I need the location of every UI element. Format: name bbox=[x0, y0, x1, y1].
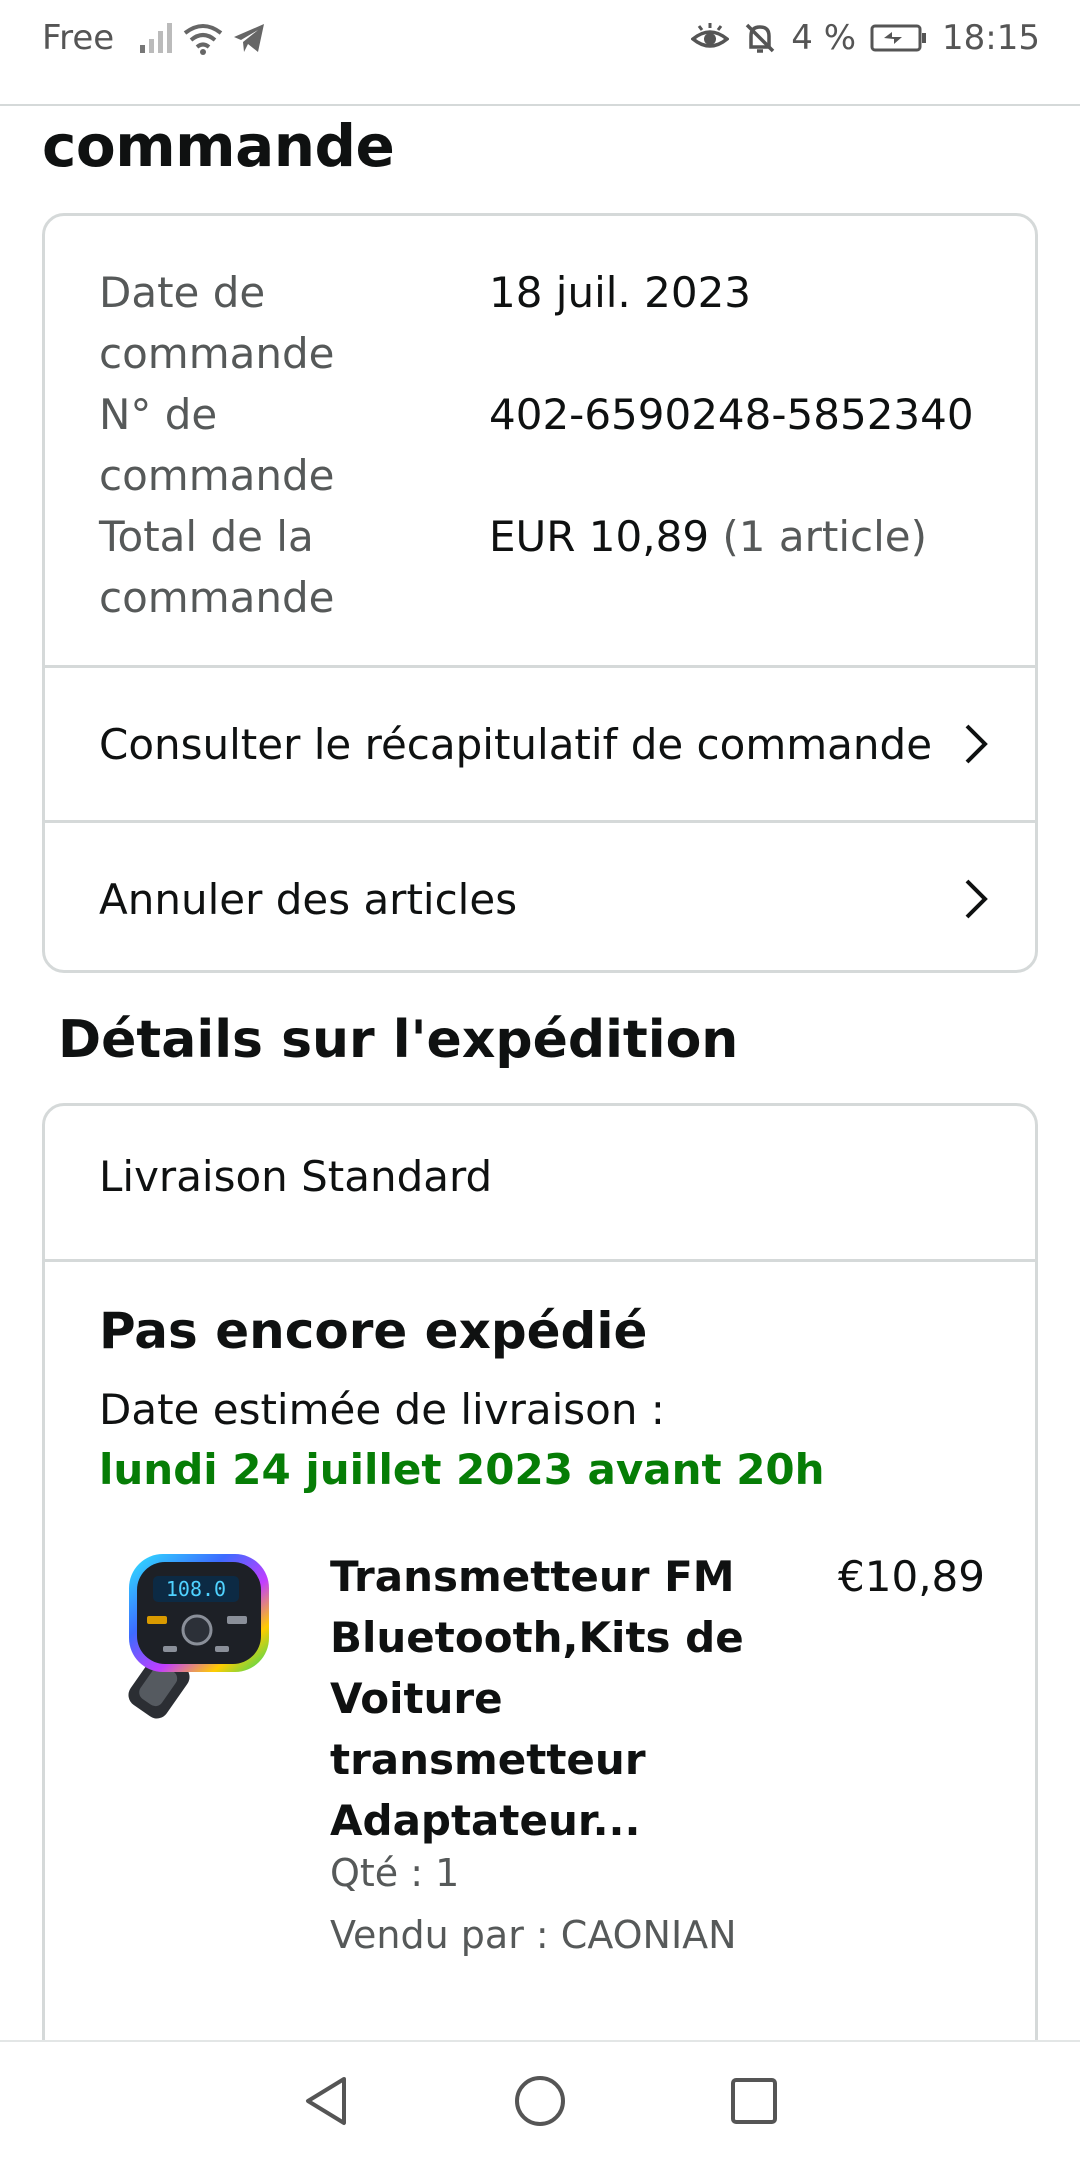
shipment-status: Pas encore expédié bbox=[99, 1302, 648, 1360]
bell-off-icon bbox=[746, 23, 775, 53]
order-total-label-line1: Total de la bbox=[99, 512, 314, 561]
order-info-card: Date de commande 18 juil. 2023 N° de com… bbox=[42, 213, 1038, 973]
order-date-row: Date de commande 18 juil. 2023 bbox=[99, 262, 999, 384]
wifi-icon bbox=[183, 24, 223, 55]
order-total-label-line2: commande bbox=[99, 573, 335, 622]
order-total-value: EUR 10,89 (1 article) bbox=[489, 506, 927, 628]
status-right: 4 % 18:15 bbox=[691, 18, 1040, 58]
recents-square-icon[interactable] bbox=[728, 2075, 780, 2127]
order-date-label: Date de commande bbox=[99, 262, 489, 384]
delivery-estimate-date: lundi 24 juillet 2023 avant 20h bbox=[99, 1445, 825, 1494]
product-title-line: transmetteur bbox=[330, 1735, 646, 1784]
product-title[interactable]: Transmetteur FM Bluetooth,Kits de Voitur… bbox=[330, 1546, 750, 1851]
eye-comfort-icon bbox=[691, 23, 730, 48]
view-order-summary-link[interactable]: Consulter le récapitulatif de commande bbox=[45, 665, 1035, 820]
product-title-line: Adaptateur... bbox=[330, 1796, 641, 1845]
order-number-label-line2: commande bbox=[99, 451, 335, 500]
cancel-items-link[interactable]: Annuler des articles bbox=[45, 820, 1035, 970]
view-order-summary-label: Consulter le récapitulatif de commande bbox=[99, 719, 933, 769]
cancel-items-label: Annuler des articles bbox=[99, 874, 518, 924]
order-total-items: (1 article) bbox=[722, 512, 928, 561]
chevron-right-icon bbox=[965, 724, 988, 764]
order-number-row: N° de commande 402-6590248-5852340 bbox=[99, 384, 999, 506]
product-price: €10,89 bbox=[838, 1552, 985, 1601]
order-date-value: 18 juil. 2023 bbox=[489, 268, 752, 317]
order-number-value: 402-6590248-5852340 bbox=[489, 390, 974, 439]
order-summary: Date de commande 18 juil. 2023 N° de com… bbox=[99, 262, 999, 628]
order-total-row: Total de la commande EUR 10,89 (1 articl… bbox=[99, 506, 999, 628]
order-date-label-line2: commande bbox=[99, 329, 335, 378]
order-total-amount: EUR 10,89 bbox=[489, 512, 710, 561]
order-total-label: Total de la commande bbox=[99, 506, 489, 628]
status-bar: Free 4 % 18:15 bbox=[0, 0, 1080, 106]
clock: 18:15 bbox=[942, 18, 1040, 58]
home-circle-icon[interactable] bbox=[512, 2073, 568, 2129]
divider bbox=[45, 1259, 1035, 1262]
chevron-right-icon bbox=[965, 879, 988, 919]
status-left-icons bbox=[138, 21, 266, 55]
product-quantity: Qté : 1 bbox=[330, 1851, 460, 1895]
product-title-line: Transmetteur FM bbox=[330, 1552, 735, 1601]
order-number-label-line1: N° de bbox=[99, 390, 218, 439]
product-title-line: Voiture bbox=[330, 1674, 503, 1723]
telegram-icon bbox=[234, 24, 265, 52]
product-seller: Vendu par : CAONIAN bbox=[330, 1913, 737, 1957]
order-date-label-line1: Date de bbox=[99, 268, 266, 317]
battery-charging-icon bbox=[870, 24, 927, 52]
order-number-label: N° de commande bbox=[99, 384, 489, 506]
shipping-card: Livraison Standard Pas encore expédié Da… bbox=[42, 1103, 1038, 2103]
product-image[interactable]: 108.0 bbox=[115, 1546, 275, 1726]
status-left: Free bbox=[42, 18, 266, 58]
page-title: commande bbox=[42, 112, 395, 180]
shipping-method: Livraison Standard bbox=[99, 1152, 493, 1201]
shipping-section-title: Détails sur l'expédition bbox=[58, 1010, 739, 1070]
carrier-name: Free bbox=[42, 18, 115, 58]
back-triangle-icon[interactable] bbox=[300, 2073, 352, 2129]
car-fm-transmitter-image: 108.0 bbox=[128, 1554, 269, 1719]
delivery-estimate-label: Date estimée de livraison : bbox=[99, 1385, 665, 1434]
system-nav-bar bbox=[0, 2040, 1080, 2160]
battery-percent: 4 % bbox=[791, 18, 857, 58]
svg-text:108.0: 108.0 bbox=[166, 1577, 226, 1601]
signal-icon bbox=[140, 23, 173, 53]
product-title-line: Bluetooth,Kits de bbox=[330, 1613, 744, 1662]
